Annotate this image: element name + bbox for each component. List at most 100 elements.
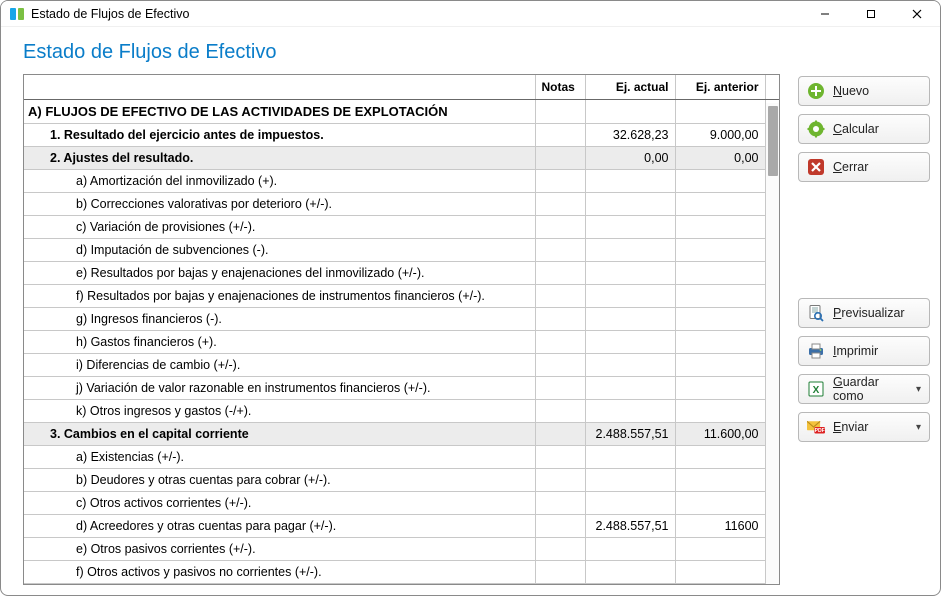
table-row[interactable]: g) Ingresos financieros (-). [24, 308, 779, 331]
cell-desc[interactable]: g) Ingresos financieros (-). [24, 308, 535, 331]
cell-notas[interactable] [535, 216, 585, 239]
cell-desc[interactable]: 2. Ajustes del resultado. [24, 147, 535, 170]
cell-actual[interactable]: 2.488.557,51 [585, 423, 675, 446]
cell-anterior[interactable] [675, 285, 765, 308]
table-row[interactable]: a) Amortización del inmovilizado (+). [24, 170, 779, 193]
cell-notas[interactable] [535, 492, 585, 515]
cell-anterior[interactable] [675, 561, 765, 584]
cell-anterior[interactable] [675, 354, 765, 377]
cell-desc[interactable]: f) Resultados por bajas y enajenaciones … [24, 285, 535, 308]
cell-anterior[interactable] [675, 216, 765, 239]
table-row[interactable]: k) Otros ingresos y gastos (-/+). [24, 400, 779, 423]
cell-actual[interactable] [585, 377, 675, 400]
table-row[interactable]: i) Diferencias de cambio (+/-). [24, 354, 779, 377]
cell-notas[interactable] [535, 561, 585, 584]
cell-anterior[interactable]: 0,00 [675, 147, 765, 170]
cell-anterior[interactable]: 11600 [675, 515, 765, 538]
table-row[interactable]: 3. Cambios en el capital corriente 2.488.… [24, 423, 779, 446]
cell-actual[interactable] [585, 285, 675, 308]
cell-actual[interactable] [585, 492, 675, 515]
nuevo-button[interactable]: Nuevo [798, 76, 930, 106]
cell-actual[interactable] [585, 331, 675, 354]
calcular-button[interactable]: Calcular [798, 114, 930, 144]
col-actual-header[interactable]: Ej. actual [585, 75, 675, 100]
cell-actual[interactable] [585, 216, 675, 239]
minimize-button[interactable] [802, 1, 848, 26]
cell-actual[interactable] [585, 400, 675, 423]
cell-notas[interactable] [535, 446, 585, 469]
cell-anterior[interactable] [675, 538, 765, 561]
cell-actual[interactable] [585, 262, 675, 285]
cell-notas[interactable] [535, 354, 585, 377]
cell-anterior[interactable] [675, 262, 765, 285]
cell-actual[interactable]: 32.628,23 [585, 124, 675, 147]
cell-desc[interactable]: b) Deudores y otras cuentas para cobrar … [24, 469, 535, 492]
cell-actual[interactable] [585, 469, 675, 492]
cell-actual[interactable] [585, 193, 675, 216]
cell-anterior[interactable] [675, 193, 765, 216]
table-row[interactable]: e) Resultados por bajas y enajenaciones … [24, 262, 779, 285]
table-row[interactable]: b) Correcciones valorativas por deterior… [24, 193, 779, 216]
cell-anterior[interactable] [675, 331, 765, 354]
cell-desc[interactable]: c) Variación de provisiones (+/-). [24, 216, 535, 239]
cell-desc[interactable]: a) Amortización del inmovilizado (+). [24, 170, 535, 193]
table-row[interactable]: 1. Resultado del ejercicio antes de impu… [24, 124, 779, 147]
cell-notas[interactable] [535, 423, 585, 446]
cell-notas[interactable] [535, 538, 585, 561]
cell-desc[interactable]: d) Acreedores y otras cuentas para pagar… [24, 515, 535, 538]
cell-actual[interactable] [585, 308, 675, 331]
cell-notas[interactable] [535, 308, 585, 331]
cell-desc[interactable]: h) Gastos financieros (+). [24, 331, 535, 354]
cell-notas[interactable] [535, 193, 585, 216]
scrollbar-thumb[interactable] [768, 106, 778, 176]
table-row[interactable]: f) Otros activos y pasivos no corrientes… [24, 561, 779, 584]
cell-desc[interactable]: c) Otros activos corrientes (+/-). [24, 492, 535, 515]
cell-anterior[interactable] [675, 308, 765, 331]
cell-notas[interactable] [535, 515, 585, 538]
cell-actual[interactable] [585, 100, 675, 124]
cell-anterior[interactable] [675, 170, 765, 193]
table-row[interactable]: f) Resultados por bajas y enajenaciones … [24, 285, 779, 308]
table-row[interactable]: e) Otros pasivos corrientes (+/-). [24, 538, 779, 561]
table-row[interactable]: a) Existencias (+/-). [24, 446, 779, 469]
close-button[interactable] [894, 1, 940, 26]
cell-notas[interactable] [535, 331, 585, 354]
col-notas-header[interactable]: Notas [535, 75, 585, 100]
table-row[interactable]: j) Variación de valor razonable en instr… [24, 377, 779, 400]
cell-actual[interactable] [585, 239, 675, 262]
cell-notas[interactable] [535, 400, 585, 423]
table-row[interactable]: c) Variación de provisiones (+/-). [24, 216, 779, 239]
cell-notas[interactable] [535, 124, 585, 147]
table-row[interactable]: c) Otros activos corrientes (+/-). [24, 492, 779, 515]
cell-notas[interactable] [535, 100, 585, 124]
cell-desc[interactable]: k) Otros ingresos y gastos (-/+). [24, 400, 535, 423]
cerrar-button[interactable]: Cerrar [798, 152, 930, 182]
cell-notas[interactable] [535, 285, 585, 308]
cell-desc[interactable]: A) FLUJOS DE EFECTIVO DE LAS ACTIVIDADES… [24, 100, 535, 124]
cell-anterior[interactable] [675, 469, 765, 492]
table-row[interactable]: d) Imputación de subvenciones (-). [24, 239, 779, 262]
cell-desc[interactable]: d) Imputación de subvenciones (-). [24, 239, 535, 262]
cell-desc[interactable]: a) Existencias (+/-). [24, 446, 535, 469]
cell-desc[interactable]: f) Otros activos y pasivos no corrientes… [24, 561, 535, 584]
cell-actual[interactable]: 0,00 [585, 147, 675, 170]
cell-actual[interactable]: 2.488.557,51 [585, 515, 675, 538]
enviar-button[interactable]: PDF Enviar ▾ [798, 412, 930, 442]
cell-anterior[interactable] [675, 239, 765, 262]
cell-notas[interactable] [535, 262, 585, 285]
guardar-como-button[interactable]: X Guardar como ▾ [798, 374, 930, 404]
table-row[interactable]: b) Deudores y otras cuentas para cobrar … [24, 469, 779, 492]
cell-desc[interactable]: b) Correcciones valorativas por deterior… [24, 193, 535, 216]
cell-actual[interactable] [585, 170, 675, 193]
cell-anterior[interactable] [675, 377, 765, 400]
cell-anterior[interactable]: 9.000,00 [675, 124, 765, 147]
cell-desc[interactable]: e) Resultados por bajas y enajenaciones … [24, 262, 535, 285]
cell-anterior[interactable] [675, 492, 765, 515]
previsualizar-button[interactable]: Previsualizar [798, 298, 930, 328]
cell-desc[interactable]: e) Otros pasivos corrientes (+/-). [24, 538, 535, 561]
cell-desc[interactable]: 3. Cambios en el capital corriente [24, 423, 535, 446]
maximize-button[interactable] [848, 1, 894, 26]
cell-desc[interactable]: j) Variación de valor razonable en instr… [24, 377, 535, 400]
cell-actual[interactable] [585, 561, 675, 584]
col-desc-header[interactable] [24, 75, 535, 100]
